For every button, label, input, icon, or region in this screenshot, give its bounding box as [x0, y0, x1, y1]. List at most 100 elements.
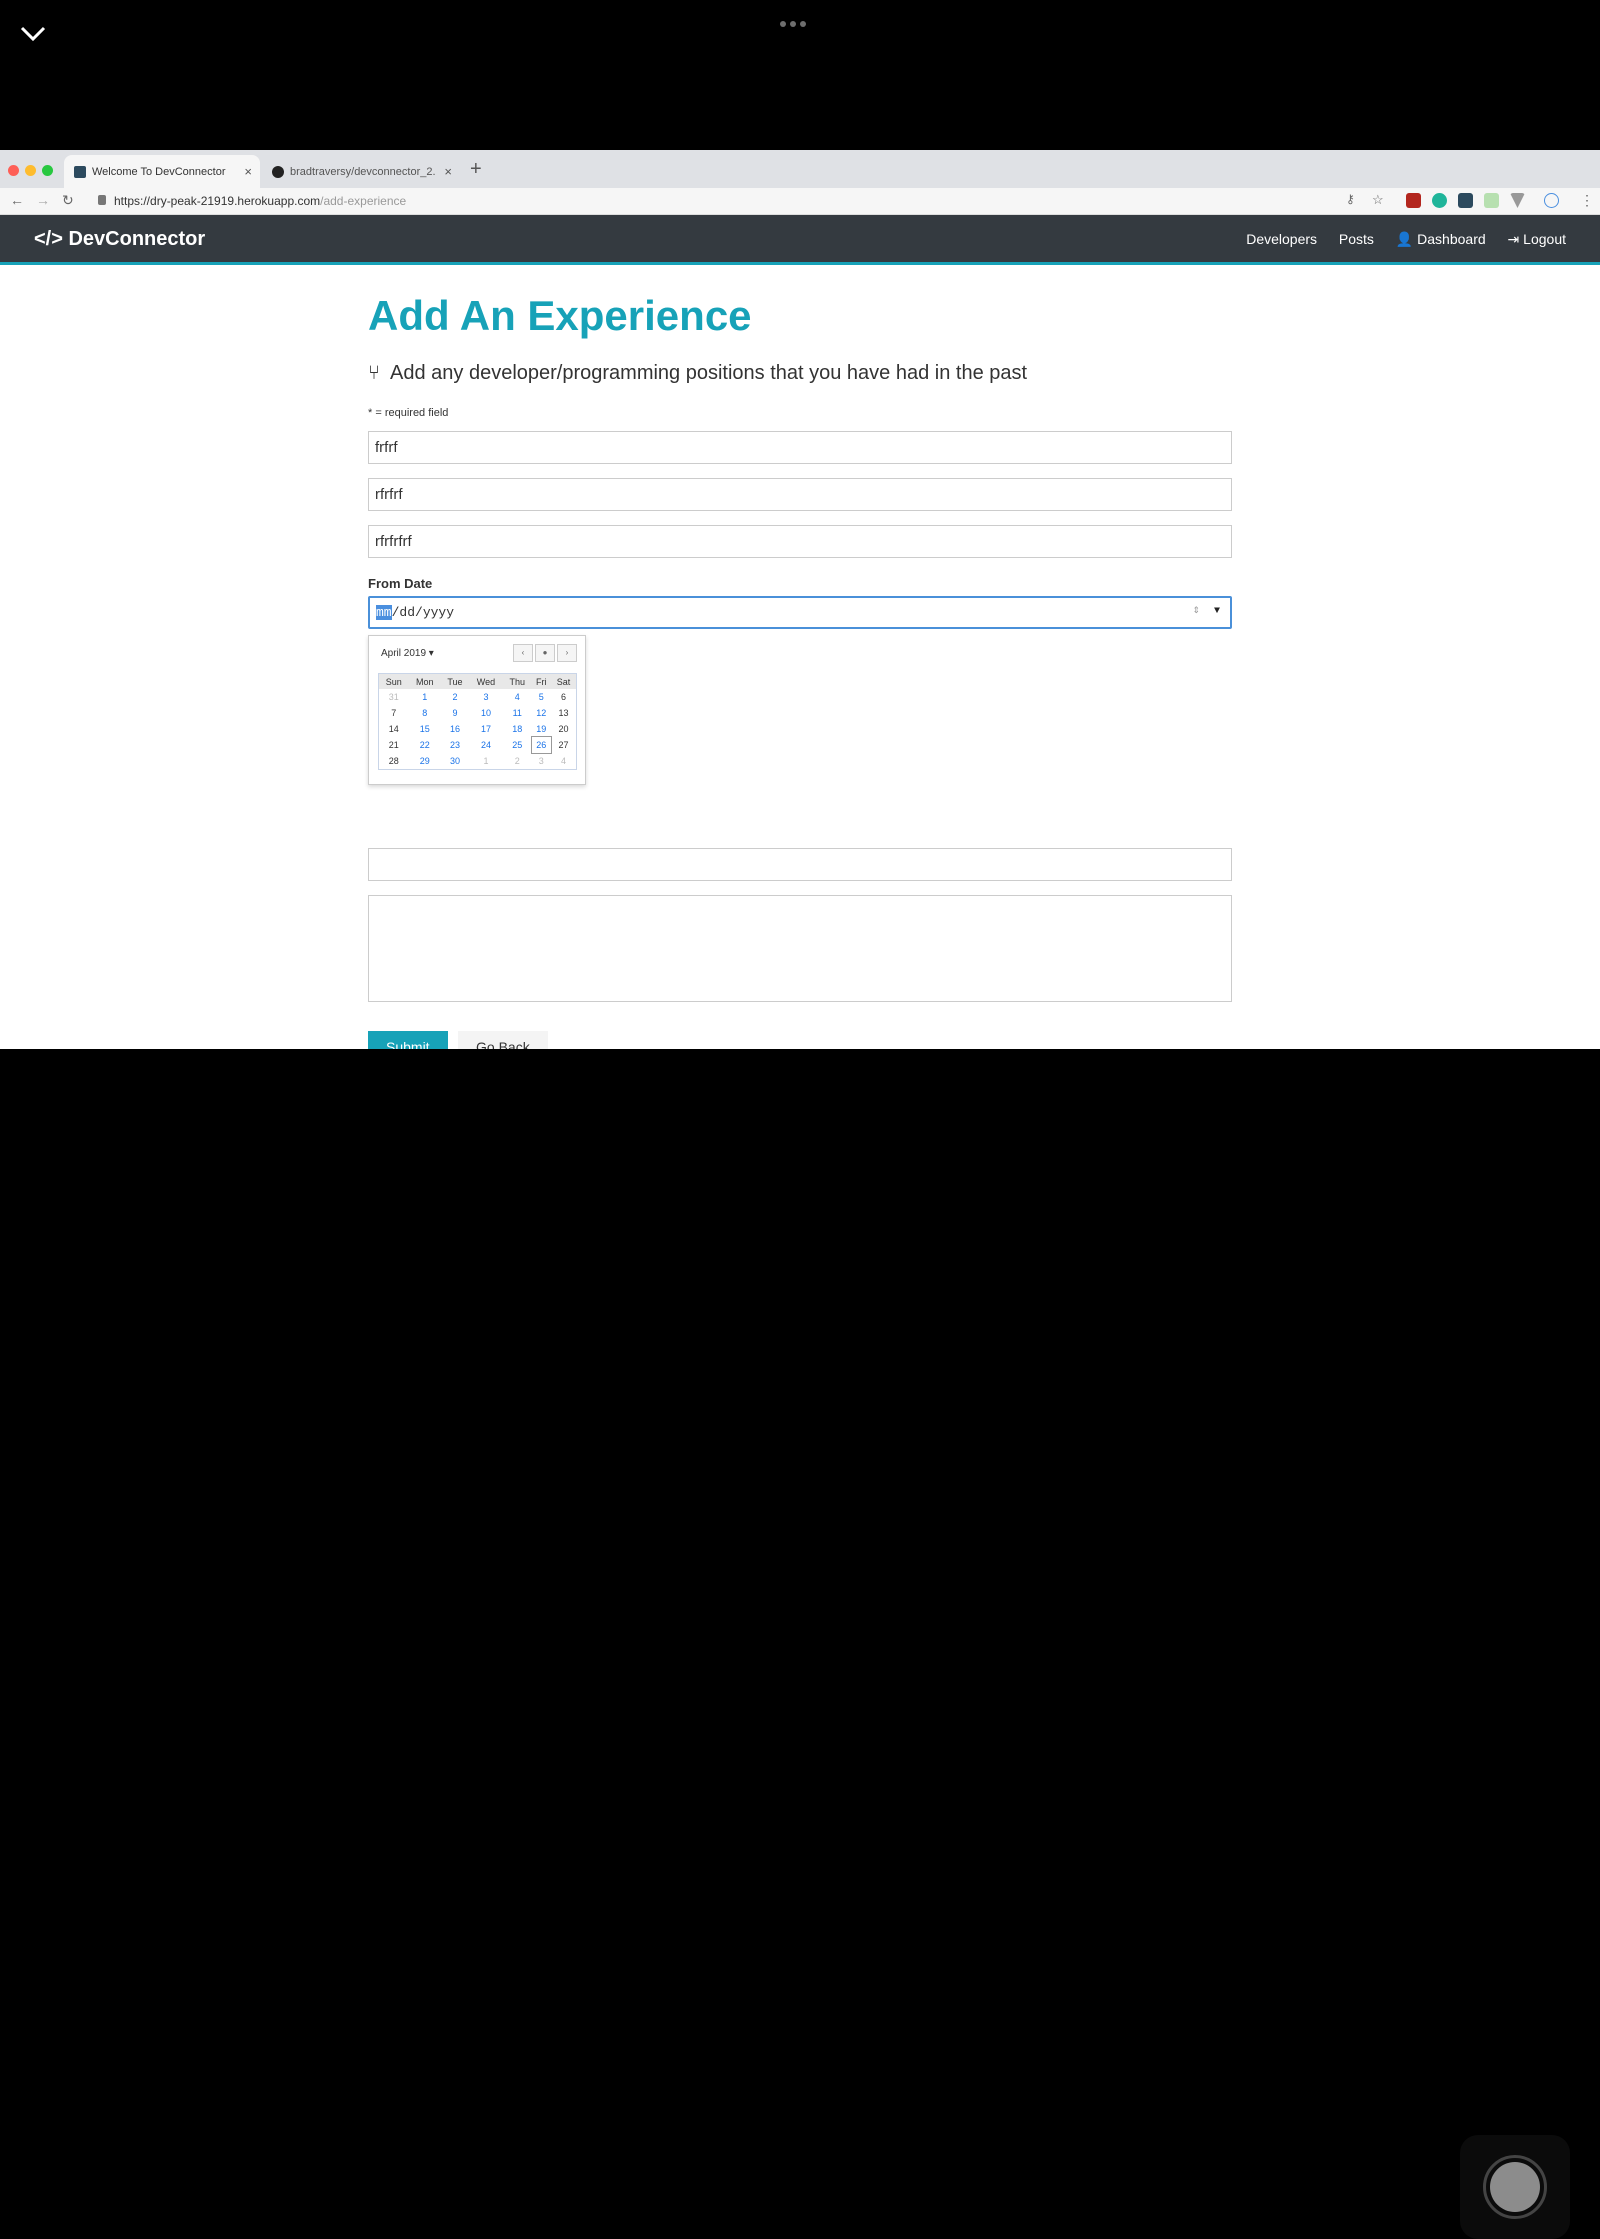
star-icon[interactable]: ☆ — [1372, 192, 1384, 208]
calendar-nav: ‹ ● › — [511, 644, 577, 662]
calendar-day[interactable]: 13 — [551, 705, 576, 721]
calendar-day[interactable]: 30 — [441, 753, 469, 769]
nav-posts[interactable]: Posts — [1339, 231, 1374, 247]
calendar-day[interactable]: 19 — [532, 721, 551, 737]
browser-window: Welcome To DevConnector × bradtraversy/d… — [0, 150, 1600, 1049]
company-input[interactable] — [368, 478, 1232, 511]
calendar-day[interactable]: 11 — [503, 705, 532, 721]
calendar-day[interactable]: 3 — [469, 689, 503, 705]
calendar-day[interactable]: 25 — [503, 737, 532, 753]
nav-developers[interactable]: Developers — [1246, 231, 1317, 247]
calendar-day[interactable]: 8 — [409, 705, 441, 721]
calendar-day[interactable]: 15 — [409, 721, 441, 737]
calendar-grid: Sun Mon Tue Wed Thu Fri Sat 31 1 2 3 4 5 6 7 8 9 10 11 12 1… — [378, 673, 577, 770]
next-month-button[interactable]: › — [557, 644, 577, 662]
browser-toolbar: ← → ↻ https://dry-peak-21919.herokuapp.c… — [0, 188, 1600, 215]
calendar-day[interactable]: 27 — [551, 737, 576, 753]
calendar-day[interactable]: 1 — [469, 753, 503, 769]
close-tab-icon[interactable]: × — [244, 164, 252, 179]
form-actions: Submit Go Back — [368, 1031, 548, 1049]
maximize-window-icon[interactable] — [42, 165, 53, 176]
calendar-day[interactable]: 10 — [469, 705, 503, 721]
new-tab-icon[interactable]: + — [470, 158, 482, 181]
address-bar[interactable]: https://dry-peak-21919.herokuapp.com/add… — [90, 191, 1330, 211]
calendar-day[interactable]: 29 — [409, 753, 441, 769]
url-host: https://dry-peak-21919.herokuapp.com — [114, 194, 321, 208]
calendar-day[interactable]: 16 — [441, 721, 469, 737]
tab-github[interactable]: bradtraversy/devconnector_2. × — [262, 155, 460, 188]
calendar-day[interactable]: 3 — [532, 753, 551, 769]
calendar-day[interactable]: 17 — [469, 721, 503, 737]
calendar-day[interactable]: 9 — [441, 705, 469, 721]
key-icon[interactable]: ⚷ — [1346, 192, 1355, 206]
extension-icon[interactable] — [1510, 193, 1525, 208]
calendar-day[interactable]: 4 — [551, 753, 576, 769]
chevron-down-icon[interactable] — [18, 22, 48, 46]
calendar-day[interactable]: 14 — [379, 721, 409, 737]
extension-icon[interactable] — [1458, 193, 1473, 208]
calendar-days: 31 1 2 3 4 5 6 7 8 9 10 11 12 13 14 15 16 17 18 19 20 21 22 23 2… — [379, 689, 576, 769]
calendar-day[interactable]: 24 — [469, 737, 503, 753]
calendar-day[interactable]: 1 — [409, 689, 441, 705]
reload-icon[interactable]: ↻ — [62, 192, 74, 209]
job-title-input[interactable] — [368, 431, 1232, 464]
calendar-day[interactable]: 22 — [409, 737, 441, 753]
calendar-day[interactable]: 2 — [503, 753, 532, 769]
back-arrow-icon[interactable]: ← — [10, 192, 24, 208]
nav-dashboard-label: Dashboard — [1417, 231, 1486, 247]
nav-logout[interactable]: ⇥ Logout — [1508, 231, 1566, 247]
record-button[interactable] — [1460, 2135, 1570, 2239]
calendar-day[interactable]: 5 — [532, 689, 551, 705]
submit-button[interactable]: Submit — [368, 1031, 448, 1049]
extension-icon[interactable] — [1432, 193, 1447, 208]
date-month-segment[interactable]: mm — [376, 605, 392, 620]
weekday-header: Mon — [408, 674, 441, 689]
calendar-day[interactable]: 12 — [532, 705, 551, 721]
calendar-day[interactable]: 23 — [441, 737, 469, 753]
date-rest-segment[interactable]: /dd/yyyy — [392, 605, 454, 620]
calendar-day[interactable]: 21 — [379, 737, 409, 753]
calendar-day[interactable]: 6 — [551, 689, 576, 705]
close-tab-icon[interactable]: × — [444, 164, 452, 179]
location-input[interactable] — [368, 525, 1232, 558]
nav-dashboard[interactable]: 👤 Dashboard — [1396, 231, 1486, 247]
calendar-day[interactable]: 4 — [503, 689, 532, 705]
page-lead: ⑂ Add any developer/programming positions… — [368, 362, 1232, 385]
record-dot-icon — [1490, 2162, 1540, 2212]
today-button[interactable]: ● — [535, 644, 555, 662]
more-options-icon[interactable] — [780, 14, 820, 27]
go-back-button[interactable]: Go Back — [458, 1031, 548, 1049]
extension-icon[interactable] — [1406, 193, 1421, 208]
sign-out-icon: ⇥ — [1507, 231, 1520, 247]
tab-devconnector[interactable]: Welcome To DevConnector × — [64, 155, 260, 188]
devconnector-favicon-icon — [74, 166, 86, 178]
weekday-header: Wed — [469, 674, 503, 689]
calendar-day[interactable]: 28 — [379, 753, 409, 769]
lead-text: Add any developer/programming positions … — [390, 362, 1028, 384]
dropdown-caret-icon[interactable]: ▼ — [1214, 606, 1220, 617]
calendar-day[interactable]: 26 — [530, 736, 552, 754]
required-field-note: * = required field — [368, 407, 449, 419]
calendar-day[interactable]: 31 — [379, 689, 409, 705]
account-icon[interactable] — [1544, 193, 1559, 208]
close-window-icon[interactable] — [8, 165, 19, 176]
player-bottom-bar — [0, 1049, 1600, 2239]
forward-arrow-icon[interactable]: → — [36, 192, 50, 208]
month-year-selector[interactable]: April 2019 ▾ — [381, 648, 434, 659]
calendar-day[interactable]: 2 — [441, 689, 469, 705]
extension-icon[interactable] — [1484, 193, 1499, 208]
calendar-day[interactable]: 18 — [503, 721, 532, 737]
browser-menu-icon[interactable]: ⋮ — [1580, 192, 1594, 209]
job-description-textarea[interactable] — [368, 895, 1232, 1002]
code-branch-icon: ⑂ — [368, 362, 380, 384]
calendar-day[interactable]: 7 — [379, 705, 409, 721]
previous-month-button[interactable]: ‹ — [513, 644, 533, 662]
minimize-window-icon[interactable] — [25, 165, 36, 176]
weekday-header: Sat — [550, 674, 576, 689]
window-controls — [8, 163, 59, 181]
spinner-icon[interactable]: ⇕ — [1192, 606, 1200, 616]
calendar-day[interactable]: 20 — [551, 721, 576, 737]
from-date-input[interactable]: mm/dd/yyyy ⇕ ▼ — [368, 596, 1232, 629]
brand-logo[interactable]: </> DevConnector — [34, 228, 205, 251]
to-date-input[interactable] — [368, 848, 1232, 881]
